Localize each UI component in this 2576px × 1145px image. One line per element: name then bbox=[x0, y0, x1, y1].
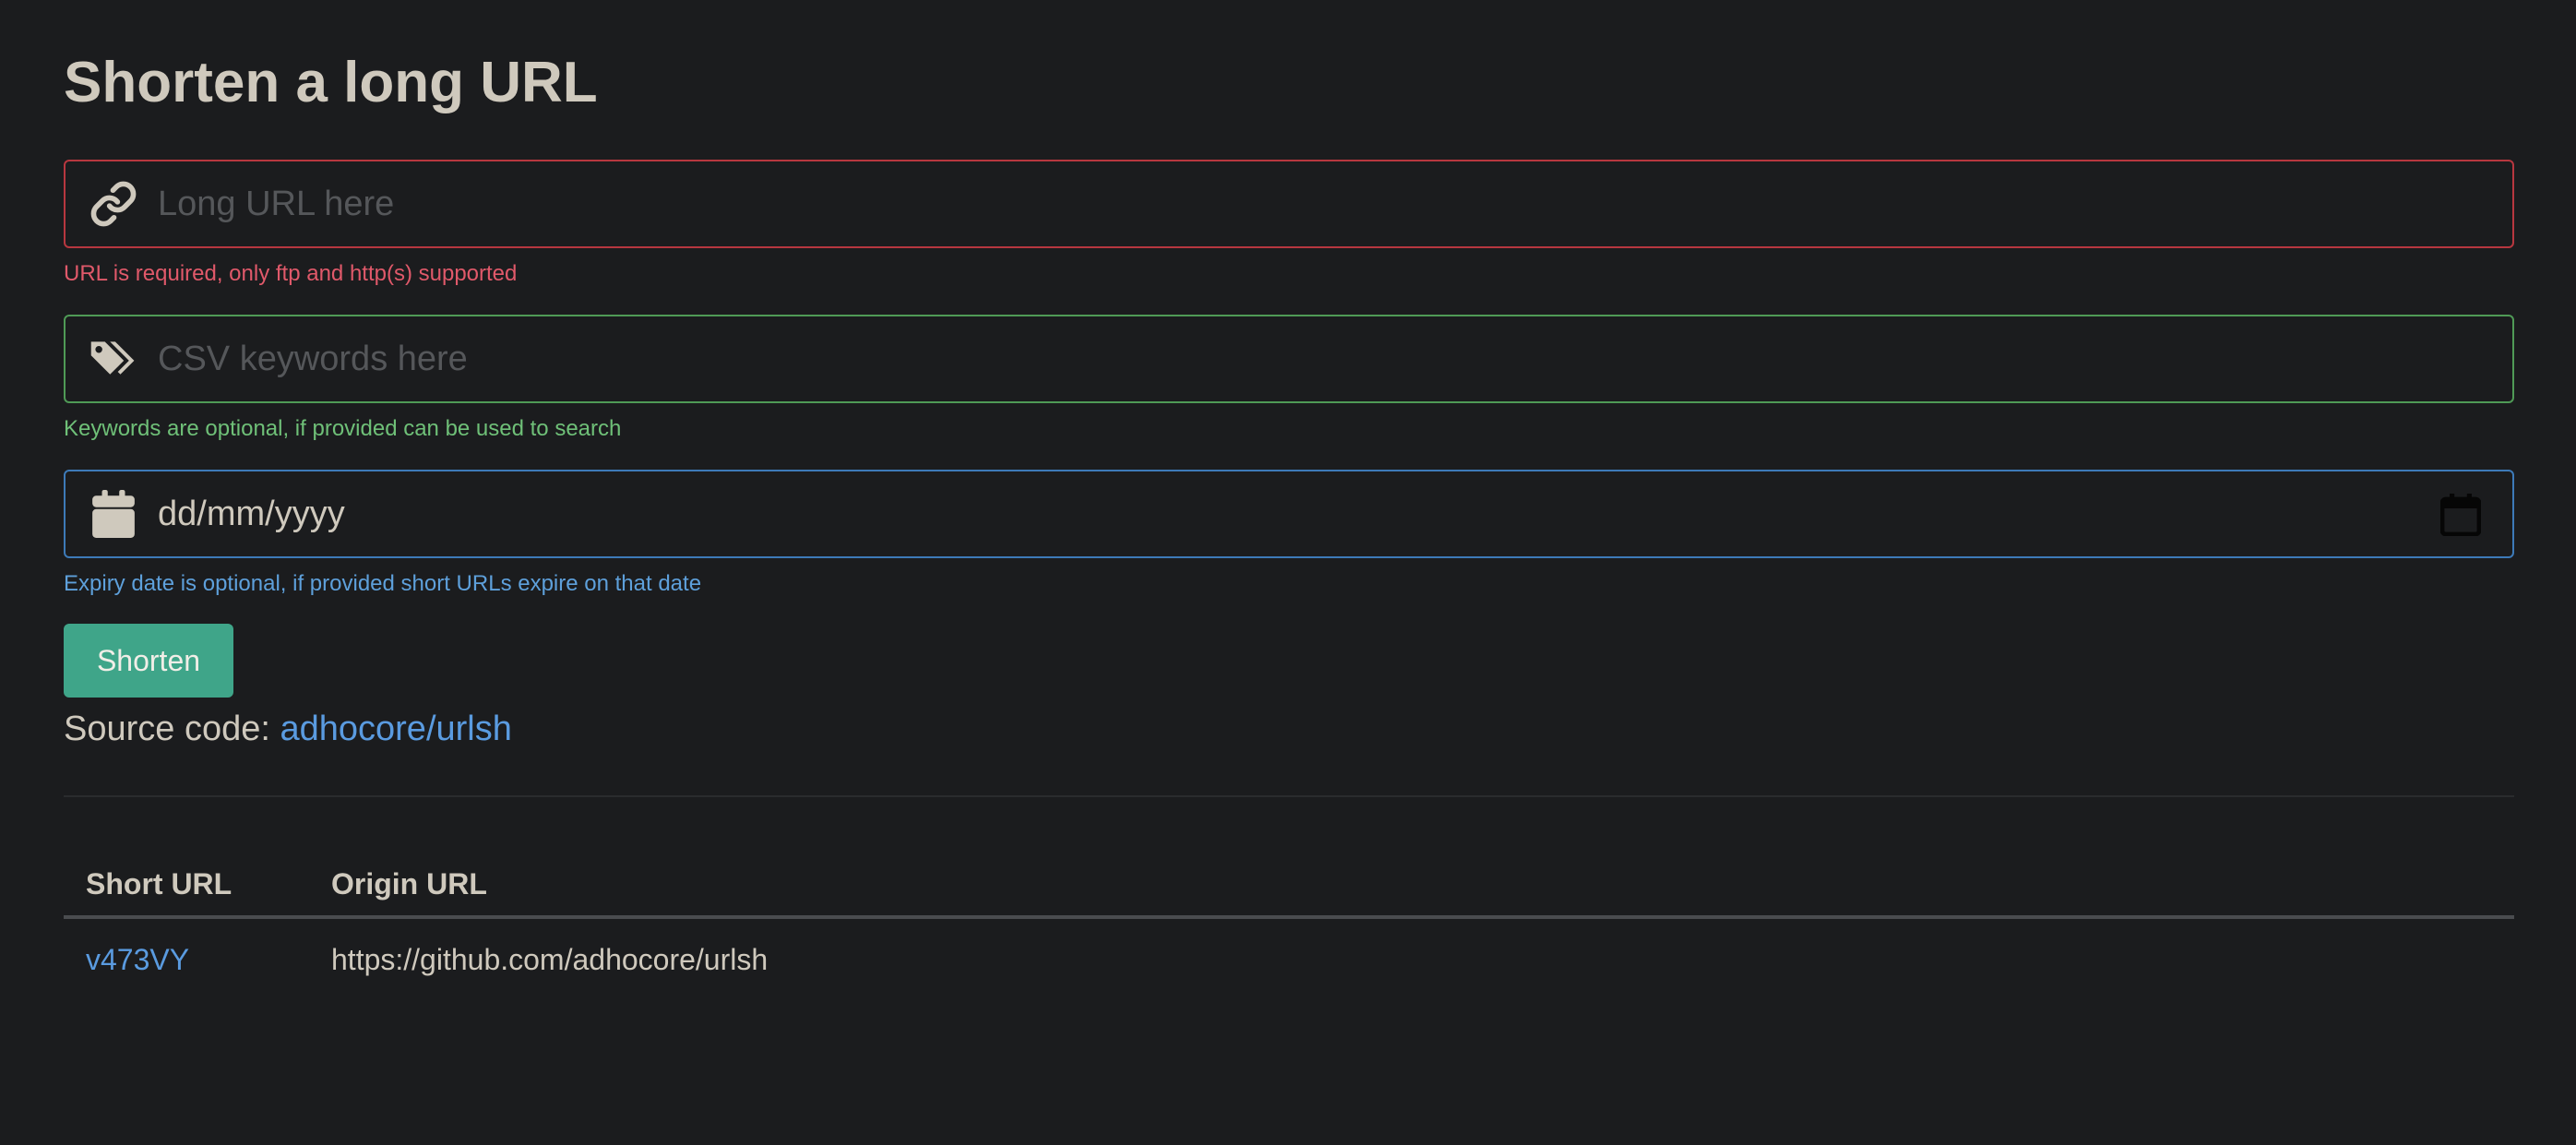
short-url-link[interactable]: v473VY bbox=[86, 943, 189, 976]
table-row: v473VY https://github.com/adhocore/urlsh bbox=[64, 917, 2514, 1000]
origin-url-cell: https://github.com/adhocore/urlsh bbox=[331, 942, 769, 976]
shorten-button[interactable]: Shorten bbox=[64, 624, 233, 698]
urls-table: Short URL Origin URL v473VY https://gith… bbox=[64, 853, 2514, 1000]
expiry-help-text: Expiry date is optional, if provided sho… bbox=[64, 571, 702, 596]
keywords-input[interactable] bbox=[158, 316, 2418, 401]
column-header-origin-url: Origin URL bbox=[309, 853, 2514, 919]
source-code-label: Source code: bbox=[64, 710, 270, 748]
page: Shorten a long URL URL is required, only… bbox=[0, 0, 2576, 1145]
url-input[interactable] bbox=[158, 161, 2418, 246]
source-code-link[interactable]: adhocore/urlsh bbox=[280, 710, 511, 748]
short-url-cell: v473VY bbox=[64, 917, 309, 1000]
url-help-text: URL is required, only ftp and http(s) su… bbox=[64, 261, 518, 286]
expiry-date-field[interactable]: dd/mm/yyyy bbox=[64, 470, 2514, 558]
url-field[interactable] bbox=[64, 160, 2514, 248]
keywords-field[interactable] bbox=[64, 315, 2514, 403]
divider bbox=[64, 795, 2514, 797]
link-icon bbox=[88, 178, 139, 230]
source-code-line: Source code: adhocore/urlsh bbox=[64, 705, 512, 753]
keywords-help-text: Keywords are optional, if provided can b… bbox=[64, 416, 622, 441]
table-header-row: Short URL Origin URL bbox=[64, 853, 2514, 919]
date-picker-icon[interactable] bbox=[2439, 494, 2482, 537]
page-title: Shorten a long URL bbox=[64, 51, 598, 114]
expiry-date-input[interactable]: dd/mm/yyyy bbox=[158, 471, 345, 556]
calendar-icon bbox=[88, 488, 139, 540]
tags-icon bbox=[88, 333, 139, 385]
column-header-short-url: Short URL bbox=[64, 853, 309, 919]
